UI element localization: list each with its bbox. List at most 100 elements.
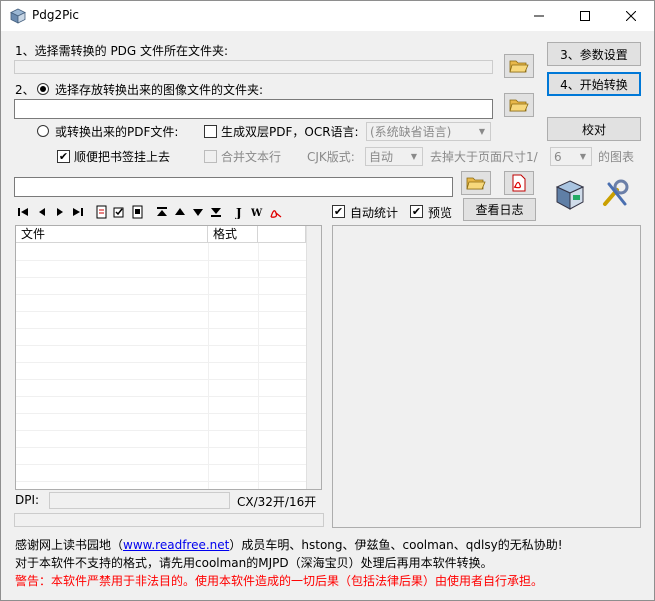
progress-bar <box>14 513 324 527</box>
chevron-down-icon: ▼ <box>410 151 418 161</box>
w-icon[interactable]: W <box>251 205 265 219</box>
title-bar[interactable]: Pdg2Pic <box>1 1 654 31</box>
chevron-down-icon: ▼ <box>478 126 486 136</box>
browse-source-button[interactable] <box>504 54 534 78</box>
ratio-value: 6 <box>554 150 562 164</box>
maximize-icon <box>580 11 590 21</box>
source-folder-field[interactable] <box>14 60 493 74</box>
last-icon[interactable] <box>71 205 85 219</box>
maximize-button[interactable] <box>562 1 608 31</box>
bookmark-checkbox[interactable]: ✔ <box>57 150 70 163</box>
minimize-button[interactable] <box>516 1 562 31</box>
ocr-language-value: (系统缺省语言) <box>370 125 452 139</box>
check-icon[interactable] <box>113 205 127 219</box>
browse-output-button[interactable] <box>504 93 534 117</box>
row-divider <box>16 430 306 431</box>
down-icon[interactable] <box>191 205 205 219</box>
row-divider <box>16 345 306 346</box>
doc-icon[interactable] <box>95 205 109 219</box>
readfree-link[interactable]: www.readfree.net <box>123 538 229 552</box>
package-icon[interactable] <box>553 178 587 212</box>
params-button[interactable]: 3、参数设置 <box>547 42 641 66</box>
ocr-language-select[interactable]: (系统缺省语言) ▼ <box>366 122 491 141</box>
chevron-down-icon: ▼ <box>579 151 587 161</box>
svg-text:J: J <box>235 206 242 219</box>
pdf-output-label: 或转换出来的PDF文件: <box>55 125 179 139</box>
thanks-suffix: ）成员车明、hstong、伊兹鱼、coolman、qdlsy的无私协助! <box>229 538 563 552</box>
top-icon[interactable] <box>155 205 169 219</box>
bookmark-label: 顺便把书签挂上去 <box>74 150 171 164</box>
row-divider <box>16 481 306 482</box>
thanks-prefix: 感谢网上读书园地（ <box>15 538 124 552</box>
row-divider <box>16 294 306 295</box>
row-divider <box>16 362 306 363</box>
main-window: Pdg2Pic 1、选择需转换的 PDG 文件所在文件夹: 2、 选择存放转换出… <box>0 0 655 601</box>
column-header-format[interactable]: 格式 <box>208 226 258 243</box>
merge-text-label: 合并文本行 <box>221 150 282 164</box>
merge-text-checkbox[interactable] <box>204 150 217 163</box>
doc2-icon[interactable] <box>131 205 145 219</box>
auto-stats-label: 自动统计 <box>350 206 399 220</box>
pdf-output-radio[interactable] <box>37 125 49 137</box>
preview-panel <box>332 225 641 528</box>
close-button[interactable] <box>608 1 654 31</box>
folder-open-icon <box>466 177 486 190</box>
unsupported-note: 对于本软件不支持的格式，请先用coolman的MJPD（深海宝贝）处理后再用本软… <box>15 556 493 570</box>
image-folder-radio[interactable] <box>37 83 49 95</box>
row-divider <box>16 311 306 312</box>
up-icon[interactable] <box>173 205 187 219</box>
column-header-extra[interactable] <box>258 226 306 243</box>
step1-label: 1、选择需转换的 PDG 文件所在文件夹: <box>15 44 229 58</box>
minimize-icon <box>534 15 544 17</box>
first-icon[interactable] <box>16 205 30 219</box>
size-label: CX/32开/16开 <box>237 495 317 509</box>
pdf-file-icon <box>512 174 526 192</box>
view-log-button[interactable]: 查看日志 <box>463 198 536 221</box>
vertical-scrollbar[interactable] <box>306 226 321 489</box>
column-header-file[interactable]: 文件 <box>16 226 208 243</box>
j-icon[interactable]: J <box>233 205 247 219</box>
thanks-line: 感谢网上读书园地（www.readfree.net）成员车明、hstong、伊兹… <box>15 536 563 553</box>
open-pdf-button[interactable] <box>504 171 534 195</box>
output-folder-input[interactable] <box>14 99 493 119</box>
row-divider <box>16 379 306 380</box>
remove-large-label: 去掉大于页面尺寸1/ <box>430 150 538 164</box>
window-title: Pdg2Pic <box>32 8 80 22</box>
row-divider <box>16 277 306 278</box>
row-divider <box>16 396 306 397</box>
step2-label: 选择存放转换出来的图像文件的文件夹: <box>55 83 264 97</box>
row-divider <box>16 328 306 329</box>
auto-stats-checkbox[interactable]: ✔ <box>332 205 345 218</box>
prev-icon[interactable] <box>35 205 49 219</box>
folder-open-icon <box>509 60 529 73</box>
legal-warning: 警告：本软件严禁用于非法目的。使用本软件造成的一切后果（包括法律后果）由使用者自… <box>15 574 544 588</box>
file-list[interactable]: 文件 格式 <box>15 225 322 490</box>
dpi-label: DPI: <box>15 493 40 507</box>
app-icon <box>10 8 26 24</box>
double-layer-label: 生成双层PDF，OCR语言: <box>221 125 359 139</box>
close-icon <box>626 11 636 21</box>
next-icon[interactable] <box>53 205 67 219</box>
row-divider <box>16 447 306 448</box>
preview-checkbox[interactable]: ✔ <box>410 205 423 218</box>
cjk-layout-select[interactable]: 自动 ▼ <box>365 147 423 166</box>
pdf-icon[interactable] <box>269 205 283 219</box>
bottom-icon[interactable] <box>209 205 223 219</box>
row-divider <box>16 464 306 465</box>
remove-large-suffix: 的图表 <box>598 150 635 164</box>
double-layer-checkbox[interactable] <box>204 125 217 138</box>
start-convert-button[interactable]: 4、开始转换 <box>547 72 641 96</box>
proofread-button[interactable]: 校对 <box>547 117 641 141</box>
cjk-layout-value: 自动 <box>369 150 394 164</box>
folder-open-icon <box>509 99 529 112</box>
column-divider <box>258 243 259 489</box>
browse-pdf-button[interactable] <box>461 171 491 195</box>
preview-label: 预览 <box>428 206 453 220</box>
row-divider <box>16 260 306 261</box>
ratio-select[interactable]: 6 ▼ <box>550 147 592 166</box>
pdf-path-input[interactable] <box>14 177 453 197</box>
svg-text:W: W <box>251 208 263 219</box>
row-divider <box>16 413 306 414</box>
tools-icon[interactable] <box>599 178 631 210</box>
dpi-field <box>49 492 230 509</box>
